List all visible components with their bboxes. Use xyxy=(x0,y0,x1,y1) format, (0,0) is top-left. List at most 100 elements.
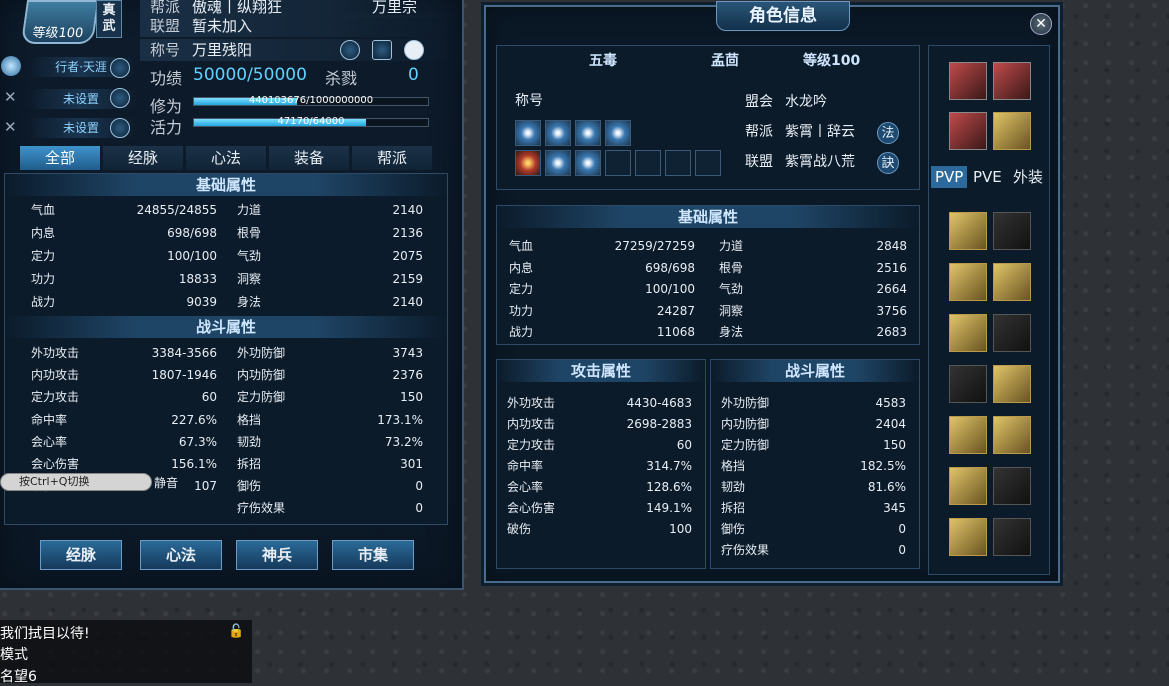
equipment-slot[interactable] xyxy=(993,263,1031,301)
title-slot[interactable] xyxy=(515,120,541,146)
stat-label: 外功攻击 xyxy=(31,346,80,360)
equipment-slot[interactable] xyxy=(949,518,987,556)
title-slot[interactable] xyxy=(545,150,571,176)
title-slot[interactable] xyxy=(515,150,541,176)
title-label: 称号 xyxy=(150,41,181,59)
alliance-value: 暂未加入 xyxy=(192,17,253,35)
bag-item-4[interactable] xyxy=(993,112,1031,150)
stat-value: 4583 xyxy=(875,396,906,410)
edit-icon-2[interactable] xyxy=(110,88,130,108)
right-base-title: 基础属性 xyxy=(497,206,919,228)
equipment-slot[interactable] xyxy=(949,365,987,403)
stat-value: 2404 xyxy=(875,417,906,431)
list-icon[interactable] xyxy=(372,40,392,60)
character-panel-left: 等级100 真武 帮派 傲魂丨纵翔狂 万里宗 联盟 暂未加入 称号 万里残阳 功… xyxy=(0,0,464,590)
close-button[interactable]: ✕ xyxy=(1030,13,1052,35)
tab-mental[interactable]: 心法 xyxy=(186,146,266,170)
equipment-slot[interactable] xyxy=(949,263,987,301)
kills-label: 杀戮 xyxy=(325,69,358,88)
mental-button[interactable]: 心法 xyxy=(140,540,222,570)
edit-title-icon[interactable] xyxy=(340,40,360,60)
school-label: 五毒 xyxy=(589,53,617,69)
stat-value: 60 xyxy=(201,390,217,405)
title-slot[interactable] xyxy=(575,150,601,176)
guild-info-value: 水龙吟 xyxy=(785,94,827,110)
stat-value: 4430-4683 xyxy=(626,396,692,410)
stat-label: 外功防御 xyxy=(237,346,286,360)
stat-value: 128.6% xyxy=(646,480,692,494)
stat-label: 拆招 xyxy=(721,501,746,515)
edit-icon-3[interactable] xyxy=(110,118,130,138)
chat-line-3: 名望6 xyxy=(0,669,37,685)
tab-meridian[interactable]: 经脉 xyxy=(103,146,183,170)
vitality-value: 47170/64000 xyxy=(277,116,345,127)
title-value: 万里残阳 xyxy=(192,41,253,59)
title-slot-empty[interactable] xyxy=(635,150,661,176)
bag-item-1[interactable] xyxy=(949,62,987,100)
guild-info-value: 紫霄战八荒 xyxy=(785,154,855,170)
title-slot[interactable] xyxy=(545,120,571,146)
title-slot-empty[interactable] xyxy=(605,150,631,176)
toggle-hint: 按Ctrl+Q切换 xyxy=(0,473,152,491)
class-badge: 真武 xyxy=(96,0,122,38)
equipment-slot[interactable] xyxy=(993,314,1031,352)
equipment-slot[interactable] xyxy=(993,416,1031,454)
market-button[interactable]: 市集 xyxy=(332,540,414,570)
tab-equipment[interactable]: 装备 xyxy=(269,146,349,170)
equipment-slot[interactable] xyxy=(993,518,1031,556)
right-base-section: 基础属性 气血 27259/27259 力道 2848 内息 698/698 根骨 2516 定… xyxy=(496,205,920,345)
title-slot[interactable] xyxy=(605,120,631,146)
eye-icon[interactable] xyxy=(404,40,424,60)
title-slot-empty[interactable] xyxy=(695,150,721,176)
equipment-slot[interactable] xyxy=(993,467,1031,505)
guild-info-label: 联盟 xyxy=(745,154,773,170)
stat-value: 150 xyxy=(883,438,906,452)
stat-label: 洞察 xyxy=(237,272,262,286)
bag-item-2[interactable] xyxy=(993,62,1031,100)
stat-label: 格挡 xyxy=(237,412,262,427)
character-info-window: 角色信息 ✕ 五毒 孟茴 等级100 称号 盟会 水龙吟 帮派 紫霄丨辞云 法联盟 紫霄战… xyxy=(484,1,1060,583)
equipment-slot[interactable] xyxy=(949,212,987,250)
weapon-button[interactable]: 神兵 xyxy=(236,540,318,570)
equipment-slot[interactable] xyxy=(949,467,987,505)
lock-icon[interactable]: 🔓 xyxy=(228,624,244,639)
stat-value: 100/100 xyxy=(167,249,217,263)
stat-label: 定力 xyxy=(509,282,534,297)
stat-label: 疗伤效果 xyxy=(237,501,286,516)
equipment-slot[interactable] xyxy=(949,416,987,454)
mute-label[interactable]: 静音 xyxy=(154,474,178,491)
equipment-slot[interactable] xyxy=(993,212,1031,250)
stat-label: 命中率 xyxy=(507,459,544,473)
title-slot[interactable] xyxy=(575,120,601,146)
stat-value: 0 xyxy=(898,522,906,536)
stat-label: 内功攻击 xyxy=(31,368,80,383)
cultivation-bar: 440103676/1000000000 xyxy=(193,95,429,106)
guild-emblem-icon[interactable]: 訣 xyxy=(877,152,899,174)
guild-info-value: 紫霄丨辞云 xyxy=(785,124,855,140)
tab-all[interactable]: 全部 xyxy=(20,146,100,170)
stat-label: 气血 xyxy=(509,239,534,253)
stat-label: 根骨 xyxy=(237,226,262,240)
stat-value: 2140 xyxy=(392,295,423,309)
stat-label: 会心率 xyxy=(31,434,68,449)
equipment-slot[interactable] xyxy=(949,314,987,352)
stat-value: 2136 xyxy=(392,226,423,240)
stat-label: 战力 xyxy=(509,325,534,340)
cross-icon-1: ✕ xyxy=(4,88,17,106)
left-base-title: 基础属性 xyxy=(5,174,447,196)
cultivation-value: 440103676/1000000000 xyxy=(248,95,374,106)
equipment-slot[interactable] xyxy=(993,365,1031,403)
bag-item-3[interactable] xyxy=(949,112,987,150)
tab-guild[interactable]: 帮派 xyxy=(352,146,432,170)
defense-section: 战斗属性 外功防御 4583 内功防御 2404 定力防御 150 格挡 182.5% 韧劲 81… xyxy=(710,359,920,569)
guild-emblem-icon[interactable]: 法 xyxy=(877,122,899,144)
meridian-button[interactable]: 经脉 xyxy=(40,540,122,570)
title-slot-empty[interactable] xyxy=(665,150,691,176)
profile-section: 五毒 孟茴 等级100 称号 盟会 水龙吟 帮派 紫霄丨辞云 法联盟 紫霄战八荒 訣 xyxy=(496,45,920,190)
stat-label: 外功防御 xyxy=(721,396,770,410)
tab-pve[interactable]: PVE xyxy=(969,166,1006,188)
edit-icon-1[interactable] xyxy=(110,58,130,78)
tab-pvp[interactable]: PVP xyxy=(931,166,968,188)
tab-outfit[interactable]: 外装 xyxy=(1009,166,1047,188)
stat-label: 内息 xyxy=(31,226,56,240)
